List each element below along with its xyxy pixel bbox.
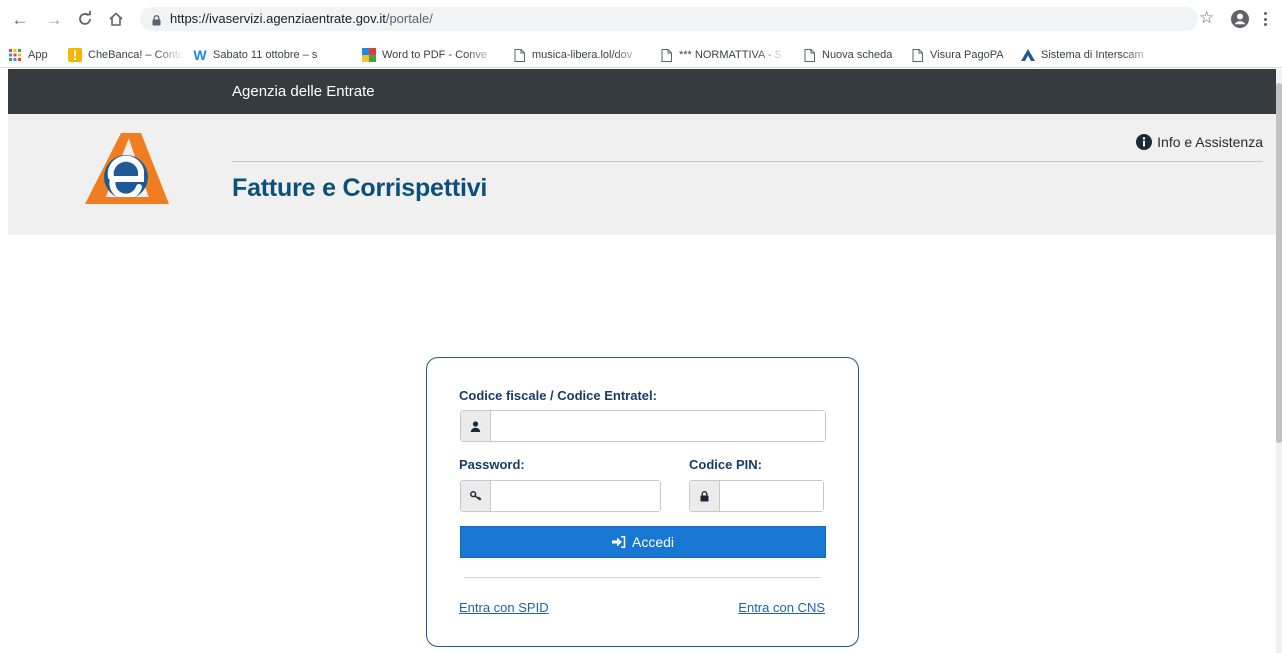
chebanca-icon [68,48,82,62]
cns-login-link[interactable]: Entra con CNS [738,600,825,615]
login-card: Codice fiscale / Codice Entratel: Passwo… [426,357,859,647]
lock-icon [690,481,720,511]
w-logo-icon: W [193,48,207,62]
codice-fiscale-group [460,410,826,442]
page-scrollbar[interactable] [1276,69,1282,653]
bookmark-normattiva[interactable]: *** NORMATTIVA - S [659,48,787,62]
site-header: Info e Assistenza Fatture e Corrispettiv… [8,114,1276,235]
apps-grid-icon [8,48,22,62]
reload-icon[interactable] [75,9,95,29]
bookmark-nuova-scheda[interactable]: Nuova scheda [802,48,892,62]
pin-input[interactable] [720,481,823,511]
card-divider [464,577,820,578]
page-title: Fatture e Corrispettivi [232,174,488,202]
agenzia-entrate-logo-icon[interactable] [81,131,171,206]
spid-login-link[interactable]: Entra con SPID [459,600,549,615]
browser-toolbar: ← → https://ivaservizi.agenziaentrate.go… [0,0,1282,42]
info-assistance-label: Info e Assistenza [1157,134,1263,150]
home-icon[interactable] [106,9,126,29]
url-text[interactable]: https://ivaservizi.agenziaentrate.gov.it… [170,11,433,26]
bookmark-star-icon[interactable]: ☆ [1199,9,1214,26]
accedi-label: Accedi [631,534,675,550]
info-assistance-link[interactable]: Info e Assistenza [1136,134,1263,150]
password-input[interactable] [491,481,660,511]
codice-fiscale-input[interactable] [491,411,825,441]
codice-fiscale-label: Codice fiscale / Codice Entratel: [459,388,657,403]
bookmark-musica-libera[interactable]: musica-libera.lol/dov [512,48,647,62]
lock-icon [152,13,161,26]
bookmark-sistema-interscambio[interactable]: Sistema di Interscam [1021,48,1157,62]
bookmarks-bar: App CheBanca! – Conto C W Sabato 11 otto… [0,42,1282,68]
pin-group [689,480,824,512]
page-content: Agenzia delle Entrate Info e Assistenza … [8,69,1276,653]
page-icon [659,48,673,62]
bookmark-chebanca[interactable]: CheBanca! – Conto C [68,48,184,62]
page-icon [910,48,924,62]
triangle-logo-icon [1021,48,1035,62]
word-to-pdf-icon [362,48,376,62]
pin-label: Codice PIN: [689,457,762,472]
info-icon [1136,134,1153,150]
back-arrow-icon[interactable]: ← [10,9,30,29]
forward-arrow-icon[interactable]: → [44,9,64,29]
menu-icon[interactable] [1262,10,1268,28]
password-label: Password: [459,457,525,472]
sign-in-icon [611,536,626,548]
bookmark-sabato[interactable]: W Sabato 11 ottobre – s [193,48,355,62]
page-icon [512,48,526,62]
page-icon [802,48,816,62]
header-divider [232,161,1263,162]
scrollbar-thumb[interactable] [1276,83,1282,443]
password-group [460,480,661,512]
agency-title[interactable]: Agenzia delle Entrate [232,83,375,100]
bookmark-app[interactable]: App [8,48,48,62]
bookmark-word-to-pdf[interactable]: Word to PDF - Conve [362,48,500,62]
bookmark-visura-pagopa[interactable]: Visura PagoPA [910,48,1004,62]
key-icon [461,481,491,511]
account-icon[interactable] [1230,9,1250,29]
accedi-button[interactable]: Accedi [460,526,826,558]
user-icon [461,411,491,441]
site-topbar: Agenzia delle Entrate [8,69,1276,114]
